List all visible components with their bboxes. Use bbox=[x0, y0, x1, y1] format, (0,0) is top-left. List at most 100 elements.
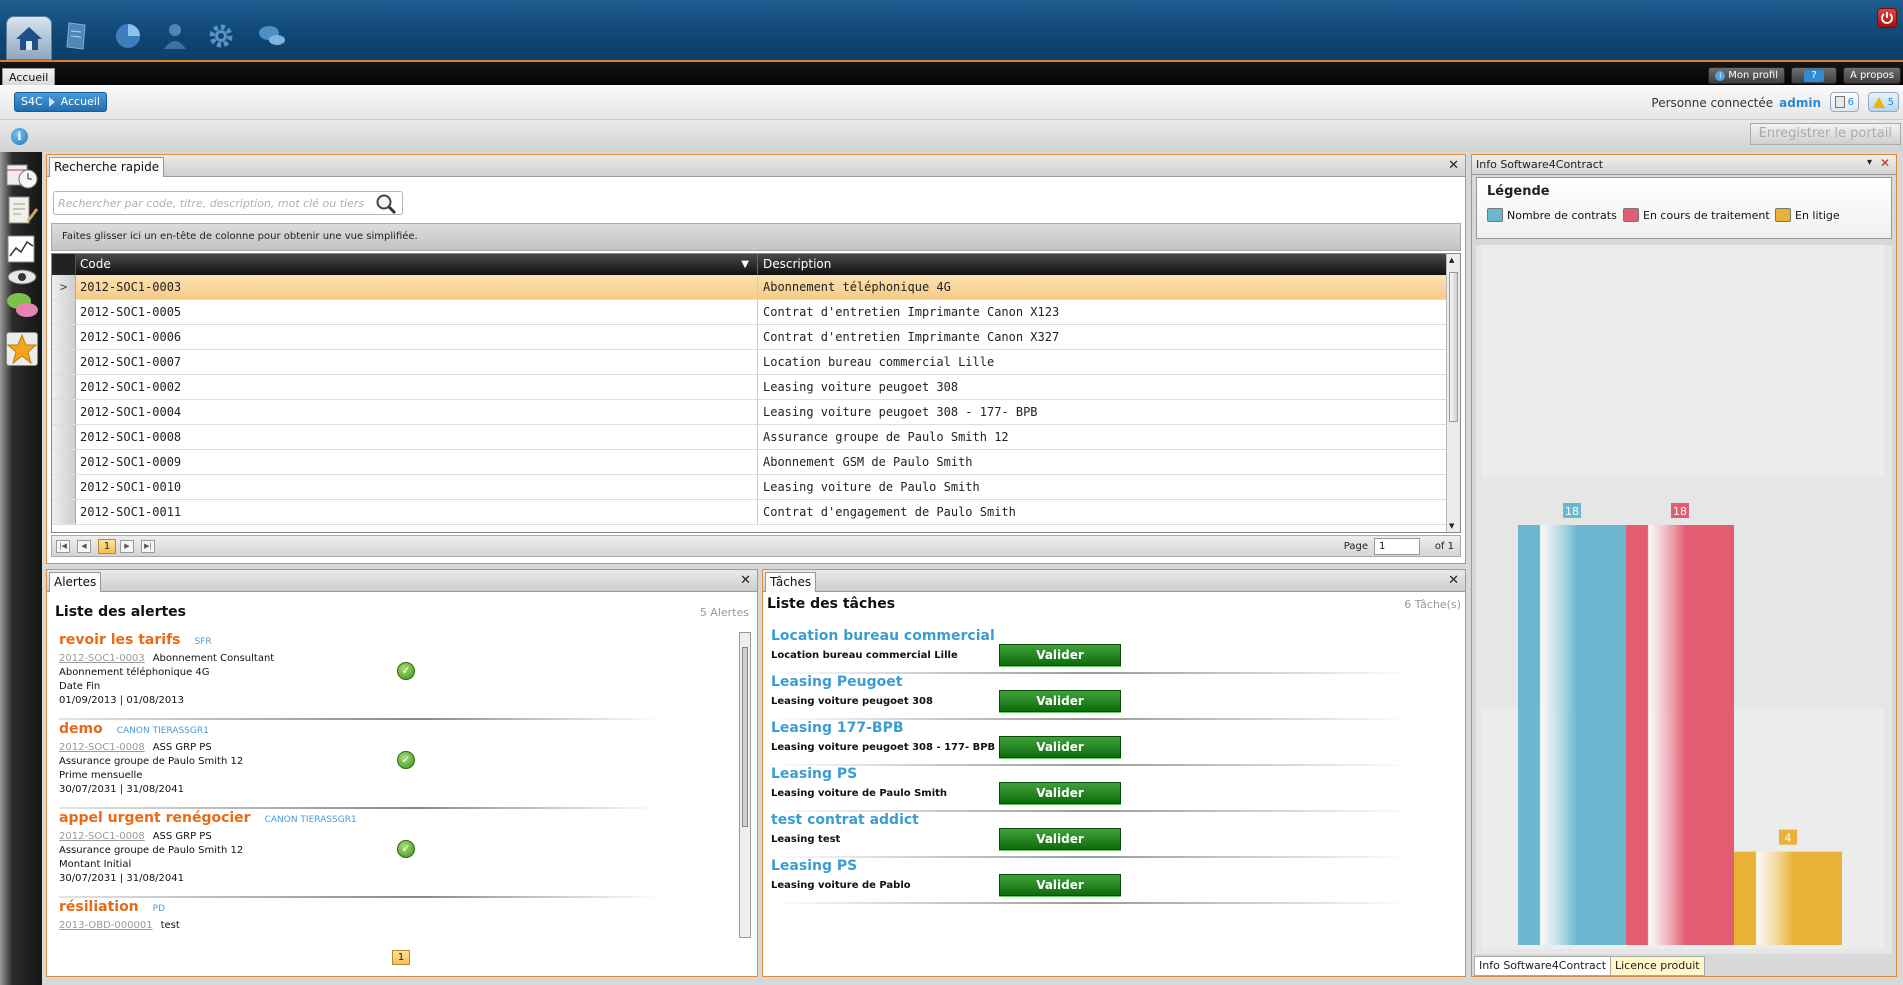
table-row[interactable]: 2012-SOC1-0010 Leasing voiture de Paulo S… bbox=[52, 475, 1460, 500]
validate-button[interactable]: Valider bbox=[999, 736, 1121, 758]
task-title[interactable]: Leasing PS bbox=[771, 766, 1411, 782]
alert-contract-link[interactable]: 2013-OBD-000001 bbox=[59, 920, 153, 931]
table-row[interactable]: 2012-SOC1-0009 Abonnement GSM de Paulo Sm… bbox=[52, 450, 1460, 475]
alert-contract-link[interactable]: 2012-SOC1-0008 bbox=[59, 742, 145, 753]
tab-taches[interactable]: Tâches bbox=[765, 572, 817, 592]
row-selector[interactable] bbox=[52, 450, 76, 474]
documents-badge[interactable]: 6 bbox=[1829, 92, 1859, 112]
prev-page-icon[interactable]: ◀ bbox=[77, 540, 91, 553]
home-icon[interactable] bbox=[6, 16, 52, 60]
search-icon[interactable] bbox=[375, 193, 397, 215]
validate-button[interactable]: Valider bbox=[999, 828, 1121, 850]
chart-bar[interactable] bbox=[1734, 851, 1842, 945]
breadcrumb-current[interactable]: Accueil bbox=[61, 93, 100, 111]
pie-chart-icon[interactable] bbox=[104, 12, 152, 60]
row-selector[interactable] bbox=[52, 500, 76, 524]
username-link[interactable]: admin bbox=[1779, 96, 1821, 110]
table-row[interactable]: 2012-SOC1-0011 Contrat d'engagement de Pa… bbox=[52, 500, 1460, 525]
save-portal-button[interactable]: Enregistrer le portail bbox=[1749, 123, 1901, 145]
next-page-icon[interactable]: ▶ bbox=[120, 540, 134, 553]
scroll-down-icon[interactable]: ▼ bbox=[1449, 522, 1454, 530]
chart-document-icon[interactable] bbox=[6, 234, 36, 264]
alerts-scrollbar[interactable] bbox=[739, 632, 751, 938]
favorites-star-icon[interactable] bbox=[6, 332, 38, 366]
alert-tags[interactable]: SFR bbox=[195, 637, 212, 647]
row-selector[interactable] bbox=[52, 400, 76, 424]
alerts-badge[interactable]: 5 bbox=[1867, 92, 1899, 112]
alert-title[interactable]: résiliation bbox=[59, 899, 139, 915]
table-row[interactable]: 2012-SOC1-0007 Location bureau commercial… bbox=[52, 350, 1460, 375]
power-icon[interactable] bbox=[1877, 8, 1897, 28]
dropdown-icon[interactable]: ▾ bbox=[1867, 157, 1872, 168]
validate-button[interactable]: Valider bbox=[999, 690, 1121, 712]
check-icon[interactable]: ✓ bbox=[397, 662, 415, 680]
close-icon[interactable]: ✕ bbox=[1448, 573, 1459, 588]
alert-tags[interactable]: CANON TIERASSGR1 bbox=[265, 815, 357, 825]
group-by-drop-zone[interactable]: Faites glisser ici un en-tête de colonne… bbox=[51, 223, 1461, 251]
task-title[interactable]: Leasing PS bbox=[771, 858, 1411, 874]
eye-icon[interactable] bbox=[6, 268, 37, 288]
row-selector[interactable] bbox=[52, 300, 76, 324]
chat-icon[interactable] bbox=[248, 12, 296, 60]
tab-alertes[interactable]: Alertes bbox=[49, 572, 102, 592]
column-header-code[interactable]: Code ▼ bbox=[76, 254, 758, 275]
about-button[interactable]: A propos bbox=[1842, 67, 1901, 84]
scroll-up-icon[interactable]: ▲ bbox=[1449, 256, 1454, 264]
row-selector[interactable]: > bbox=[52, 275, 76, 299]
contract-icon[interactable] bbox=[52, 12, 100, 60]
table-row[interactable]: 2012-SOC1-0005 Contrat d'entretien Imprim… bbox=[52, 300, 1460, 325]
close-icon[interactable]: ✕ bbox=[1448, 158, 1459, 173]
info-icon[interactable]: i bbox=[11, 128, 28, 145]
tab-recherche-rapide[interactable]: Recherche rapide bbox=[49, 157, 165, 177]
table-row[interactable]: 2012-SOC1-0004 Leasing voiture peugoet 30… bbox=[52, 400, 1460, 425]
close-icon[interactable]: ✕ bbox=[740, 573, 751, 588]
column-header-description[interactable]: Description bbox=[758, 254, 1460, 275]
user-icon[interactable] bbox=[151, 12, 199, 60]
scrollbar-thumb[interactable] bbox=[1449, 272, 1458, 422]
row-selector[interactable] bbox=[52, 425, 76, 449]
check-icon[interactable]: ✓ bbox=[397, 751, 415, 769]
filter-icon[interactable]: ▼ bbox=[741, 254, 749, 275]
tab-info-software4contract[interactable]: Info Software4Contract bbox=[1474, 956, 1612, 976]
alert-contract-link[interactable]: 2012-SOC1-0003 bbox=[59, 653, 145, 664]
scrollbar-thumb[interactable] bbox=[742, 647, 748, 827]
row-selector[interactable] bbox=[52, 350, 76, 374]
validate-button[interactable]: Valider bbox=[999, 874, 1121, 896]
search-input[interactable]: Rechercher par code, titre, description,… bbox=[53, 191, 403, 215]
tab-licence-produit[interactable]: Licence produit bbox=[1610, 956, 1705, 976]
task-title[interactable]: Location bureau commercial bbox=[771, 628, 1411, 644]
first-page-icon[interactable]: |◀ bbox=[56, 540, 70, 553]
grid-scrollbar[interactable]: ▲ ▼ bbox=[1446, 254, 1460, 532]
alert-title[interactable]: revoir les tarifs bbox=[59, 632, 181, 648]
gear-icon[interactable] bbox=[197, 12, 245, 60]
row-selector[interactable] bbox=[52, 325, 76, 349]
task-title[interactable]: Leasing 177-BPB bbox=[771, 720, 1411, 736]
document-edit-icon[interactable] bbox=[6, 195, 39, 225]
table-row[interactable]: 2012-SOC1-0008 Assurance groupe de Paulo … bbox=[52, 425, 1460, 450]
table-row[interactable]: 2012-SOC1-0006 Contrat d'entretien Imprim… bbox=[52, 325, 1460, 350]
validate-button[interactable]: Valider bbox=[999, 782, 1121, 804]
task-title[interactable]: test contrat addict bbox=[771, 812, 1411, 828]
alert-tags[interactable]: CANON TIERASSGR1 bbox=[117, 726, 209, 736]
last-page-icon[interactable]: ▶| bbox=[141, 540, 155, 553]
row-selector[interactable] bbox=[52, 475, 76, 499]
table-row[interactable]: >2012-SOC1-0003 Abonnement téléphonique 4… bbox=[52, 275, 1460, 300]
comments-icon[interactable] bbox=[6, 290, 38, 320]
breadcrumb-root[interactable]: S4C bbox=[21, 93, 43, 111]
alert-title[interactable]: appel urgent renégocier bbox=[59, 810, 251, 826]
validate-button[interactable]: Valider bbox=[999, 644, 1121, 666]
table-row[interactable]: 2012-SOC1-0002 Leasing voiture peugoet 30… bbox=[52, 375, 1460, 400]
alert-contract-link[interactable]: 2012-SOC1-0008 bbox=[59, 831, 145, 842]
alerts-page-button[interactable]: 1 bbox=[392, 950, 410, 965]
task-title[interactable]: Leasing Peugoet bbox=[771, 674, 1411, 690]
help-button[interactable]: ? bbox=[1791, 67, 1837, 84]
chart-bar[interactable] bbox=[1518, 525, 1626, 945]
page-number-button[interactable]: 1 bbox=[98, 539, 116, 554]
alert-title[interactable]: demo bbox=[59, 721, 103, 737]
check-icon[interactable]: ✓ bbox=[397, 840, 415, 858]
page-input[interactable]: 1 bbox=[1374, 538, 1420, 555]
alert-tags[interactable]: PD bbox=[153, 904, 165, 914]
calendar-clock-icon[interactable] bbox=[6, 162, 38, 192]
chart-bar[interactable] bbox=[1626, 525, 1734, 945]
row-selector[interactable] bbox=[52, 375, 76, 399]
